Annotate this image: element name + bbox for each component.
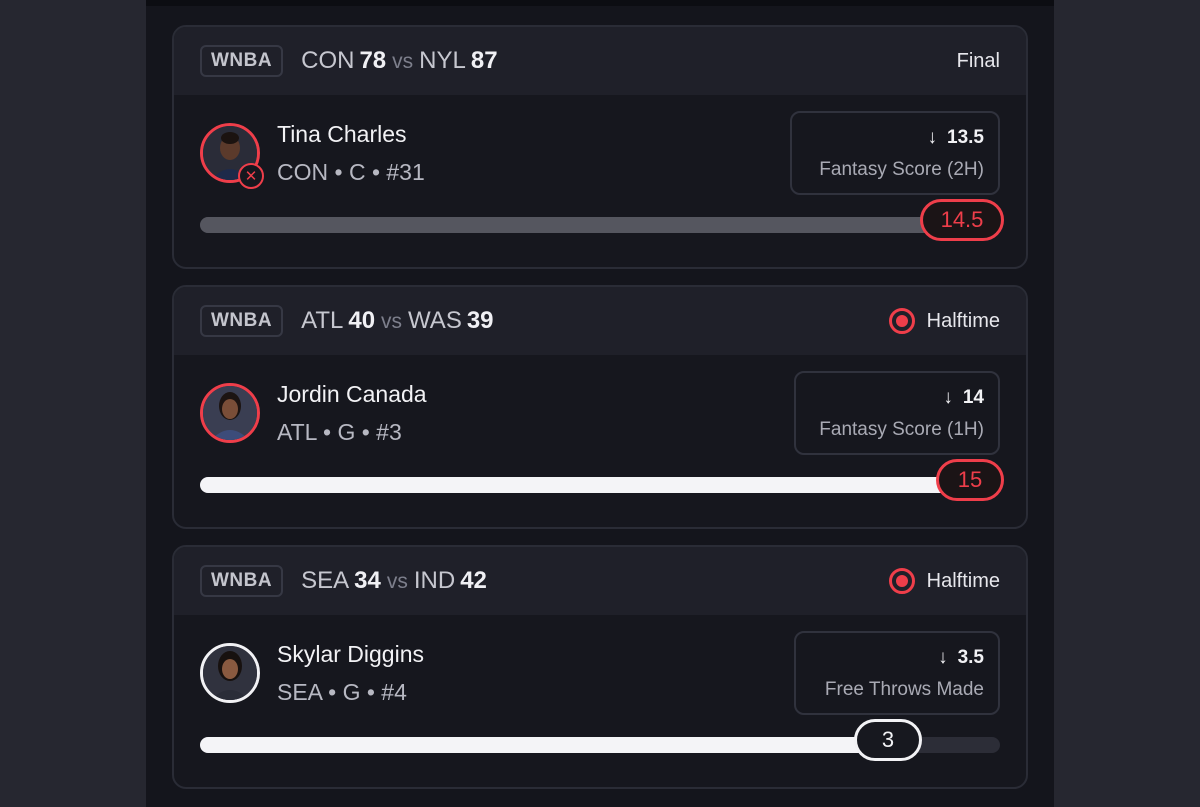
arrow-down-icon: ↓ <box>927 127 938 148</box>
progress-fill <box>200 477 984 493</box>
matchup: CON 78 vs NYL 87 <box>301 47 497 75</box>
prop-line-row: ↓ 14 <box>810 387 984 409</box>
prop-stat-label: Fantasy Score (2H) <box>819 159 984 180</box>
prop-line-row: ↓ 13.5 <box>806 127 984 149</box>
player-meta: CON • C • #31 <box>277 159 425 185</box>
home-team: NYL <box>419 47 466 74</box>
prop-line-value: 13.5 <box>947 127 984 148</box>
player-name[interactable]: Skylar Diggins <box>277 641 424 668</box>
away-team: SEA <box>301 567 350 594</box>
prop-stat-label: Free Throws Made <box>824 679 984 700</box>
arrow-down-icon: ↓ <box>943 387 953 408</box>
actual-value-pill: 3 <box>854 719 922 761</box>
player-meta: ATL • G • #3 <box>277 419 402 445</box>
game-status: Halftime <box>888 547 1000 615</box>
player-meta: SEA • G • #4 <box>277 679 407 705</box>
away-score: 40 <box>348 307 376 334</box>
away-team: ATL <box>301 307 344 334</box>
game-status: Halftime <box>888 287 1000 355</box>
miss-x-icon: ✕ <box>238 163 264 189</box>
player-avatar[interactable] <box>200 643 260 703</box>
prop-line-value: 3.5 <box>957 647 984 668</box>
prop-box[interactable]: ↓ 14 Fantasy Score (1H) <box>794 371 1000 455</box>
prop-box[interactable]: ↓ 3.5 Free Throws Made <box>794 631 1000 715</box>
pick-body: ✕ Tina Charles CON • C • #31 ↓ 13.5 Fanta… <box>174 95 1026 267</box>
live-dot-icon <box>888 308 915 334</box>
home-score: 39 <box>466 307 494 334</box>
prop-line-value: 14 <box>962 387 984 408</box>
picks-panel: WNBA CON 78 vs NYL 87 Final ✕ Tina Charl… <box>146 0 1054 807</box>
vs-label: vs <box>381 310 403 333</box>
actual-value-pill: 14.5 <box>920 199 1004 241</box>
player-name[interactable]: Jordin Canada <box>277 381 427 408</box>
game-header: WNBA CON 78 vs NYL 87 Final <box>174 27 1026 95</box>
right-backdrop <box>1054 0 1200 807</box>
prop-line-row: ↓ 3.5 <box>810 647 984 669</box>
away-team: CON <box>301 47 355 74</box>
matchup: SEA 34 vs IND 42 <box>301 567 487 595</box>
game-header: WNBA SEA 34 vs IND 42 Halftime <box>174 547 1026 615</box>
prop-stat-label: Fantasy Score (1H) <box>819 419 984 440</box>
league-tag: WNBA <box>200 305 284 337</box>
home-team: WAS <box>408 307 462 334</box>
status-label: Final <box>956 49 1000 72</box>
progress-track <box>200 477 1000 493</box>
league-tag: WNBA <box>200 565 284 597</box>
game-status: Final <box>957 27 1000 95</box>
progress-track <box>200 217 1000 233</box>
player-name[interactable]: Tina Charles <box>277 121 407 148</box>
live-dot-icon <box>888 568 915 594</box>
pick-card[interactable]: WNBA CON 78 vs NYL 87 Final ✕ Tina Charl… <box>172 25 1028 269</box>
matchup: ATL 40 vs WAS 39 <box>301 307 493 335</box>
pick-card[interactable]: WNBA ATL 40 vs WAS 39 Halftime Jordin Ca… <box>172 285 1028 529</box>
home-score: 87 <box>470 47 498 74</box>
progress-fill <box>200 737 886 753</box>
pick-body: Jordin Canada ATL • G • #3 ↓ 14 Fantasy S… <box>174 355 1026 527</box>
league-tag: WNBA <box>200 45 284 77</box>
game-header: WNBA ATL 40 vs WAS 39 Halftime <box>174 287 1026 355</box>
status-label: Halftime <box>926 569 1000 592</box>
away-score: 34 <box>354 567 381 594</box>
prop-box[interactable]: ↓ 13.5 Fantasy Score (2H) <box>790 111 1000 195</box>
player-photo <box>203 386 257 440</box>
arrow-down-icon: ↓ <box>938 647 948 668</box>
pick-body: Skylar Diggins SEA • G • #4 ↓ 3.5 Free Th… <box>174 615 1026 787</box>
actual-value-pill: 15 <box>936 459 1004 501</box>
home-team: IND <box>413 567 456 594</box>
status-label: Halftime <box>926 309 1000 332</box>
away-score: 78 <box>359 47 387 74</box>
progress-fill <box>200 217 976 233</box>
left-backdrop <box>0 0 146 807</box>
player-photo <box>203 646 257 700</box>
panel-top-edge <box>146 0 1054 6</box>
home-score: 42 <box>460 567 487 594</box>
vs-label: vs <box>386 570 408 593</box>
pick-card[interactable]: WNBA SEA 34 vs IND 42 Halftime Skylar Di… <box>172 545 1028 789</box>
vs-label: vs <box>392 50 414 73</box>
player-avatar[interactable] <box>200 383 260 443</box>
